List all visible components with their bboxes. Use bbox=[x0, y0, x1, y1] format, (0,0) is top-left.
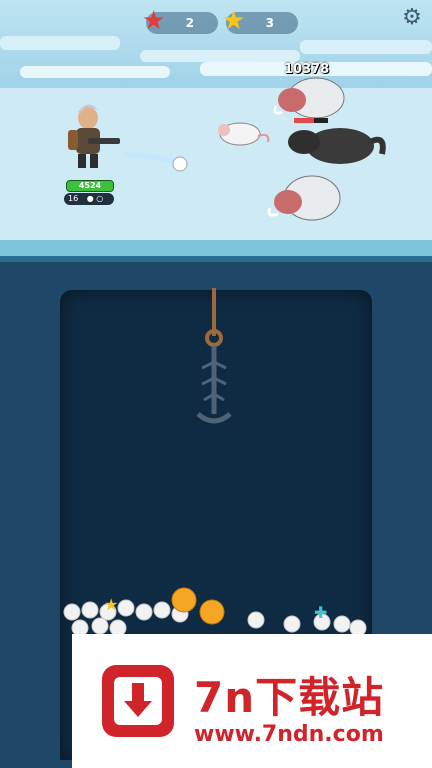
rat-enemy bbox=[218, 122, 270, 146]
boar-enemy bbox=[273, 77, 345, 119]
download-icon bbox=[102, 665, 174, 737]
red-star-counter: ★ 2 bbox=[142, 8, 218, 34]
red-star-icon: ★ bbox=[142, 6, 166, 36]
anchor-claw[interactable] bbox=[192, 288, 240, 428]
ammo-count: 16 bbox=[68, 194, 79, 203]
sky-background bbox=[0, 0, 432, 90]
hero-ammo-counter: 16 ● ○ bbox=[64, 193, 114, 205]
yellow-star-count: 3 bbox=[265, 16, 274, 30]
red-star-count: 2 bbox=[185, 16, 194, 30]
yellow-star-icon: ★ bbox=[222, 6, 246, 36]
svg-text:✚: ✚ bbox=[314, 603, 327, 622]
ammo-ball-icon: ● ○ bbox=[86, 194, 104, 203]
hero-health-bar: 4524 bbox=[66, 180, 114, 192]
svg-text:★: ★ bbox=[104, 595, 118, 614]
projectile bbox=[124, 151, 188, 172]
wolf-enemy bbox=[288, 118, 386, 164]
ball-pile: ★ ✚ bbox=[63, 587, 367, 634]
boar-enemy bbox=[267, 175, 341, 221]
gear-icon[interactable]: ⚙ bbox=[400, 6, 424, 30]
brand-name: 7n下载站 bbox=[194, 673, 385, 722]
yellow-star-counter: ★ 3 bbox=[222, 8, 298, 34]
brand-url: www.7ndn.com bbox=[194, 722, 384, 747]
watermark-banner: 7n下载站 www.7ndn.com bbox=[72, 634, 432, 768]
hero-character bbox=[68, 104, 120, 168]
